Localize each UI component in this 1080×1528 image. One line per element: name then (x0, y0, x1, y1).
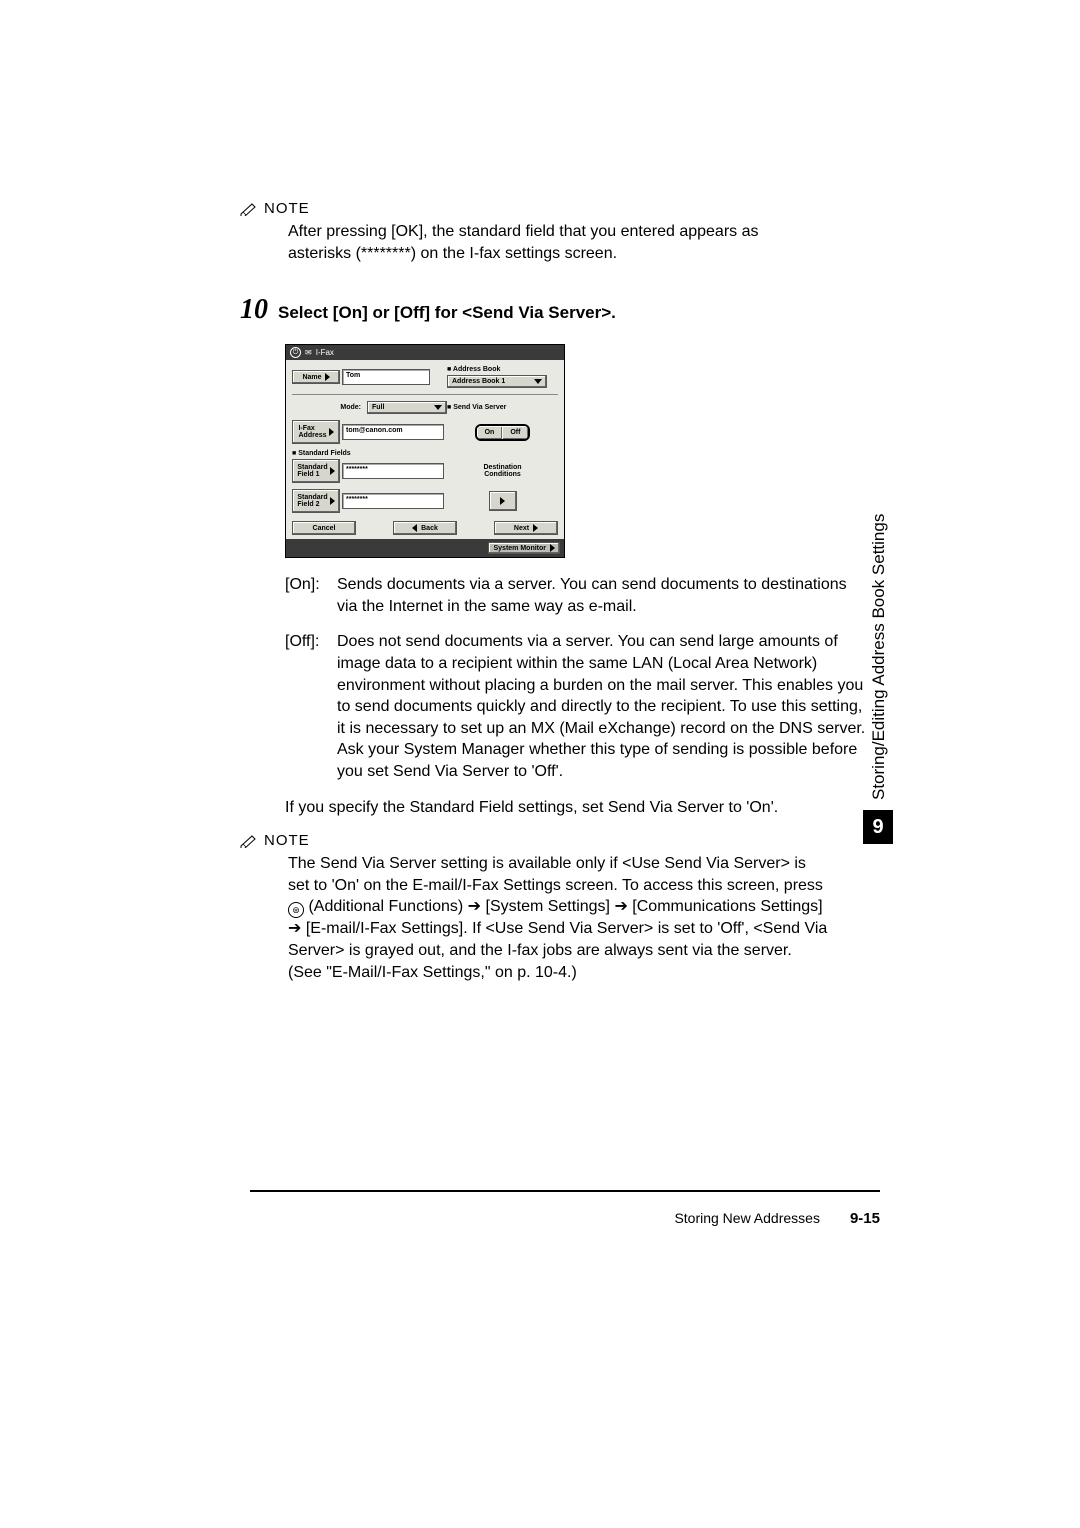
destination-conditions-button[interactable] (489, 491, 517, 511)
destination-conditions-label: Destination Conditions (483, 464, 521, 478)
step-number: 10 (240, 294, 268, 326)
chevron-right-icon (329, 428, 334, 436)
note-heading: NOTE (240, 200, 870, 217)
address-book-label: ■ Address Book (447, 366, 500, 373)
address-book-select[interactable]: Address Book 1 (447, 375, 547, 388)
chevron-right-icon (325, 373, 330, 381)
page-number: 9-15 (850, 1210, 880, 1227)
def-off-label: [Off]: (285, 631, 337, 782)
send-via-server-toggle[interactable]: On Off (475, 424, 531, 441)
note-label: NOTE (264, 200, 310, 217)
arrow-icon: ➔ (288, 920, 306, 937)
chevron-right-icon (533, 524, 538, 532)
std-field-2[interactable]: ******** (342, 493, 444, 509)
side-tab: Storing/Editing Address Book Settings 9 (855, 450, 885, 870)
def-on-text: Sends documents via a server. You can se… (337, 574, 870, 617)
page-content: NOTE After pressing [OK], the standard f… (250, 200, 870, 983)
titlebar-text: I-Fax (316, 348, 334, 357)
chevron-right-icon (330, 467, 335, 475)
ifax-address-button[interactable]: I-Fax Address (292, 420, 340, 444)
chevron-left-icon (412, 524, 417, 532)
step-heading: 10 Select [On] or [Off] for <Send Via Se… (240, 294, 870, 326)
std-field-1[interactable]: ******** (342, 463, 444, 479)
standard-fields-label: ■ Standard Fields (292, 450, 351, 457)
system-monitor-button[interactable]: System Monitor (488, 542, 560, 554)
name-button[interactable]: Name (292, 370, 340, 384)
back-button[interactable]: Back (393, 521, 457, 535)
mode-label: Mode: (340, 404, 361, 411)
note-text: After pressing [OK], the standard field … (288, 221, 818, 264)
std-field-1-button[interactable]: Standard Field 1 (292, 459, 340, 483)
toggle-on[interactable]: On (477, 426, 503, 439)
chevron-right-icon (500, 497, 505, 505)
screenshot-body: Name Tom ■ Address Book Address Book 1 (286, 360, 564, 539)
footer-section: Storing New Addresses (674, 1210, 820, 1226)
chevron-down-icon (434, 405, 442, 410)
cancel-button[interactable]: Cancel (292, 521, 356, 535)
page-footer: Storing New Addresses 9-15 (250, 1210, 880, 1227)
titlebar: ⏻ ✉ I-Fax (286, 345, 564, 360)
screenshot-window: ⏻ ✉ I-Fax Name Tom ■ Address Book (285, 344, 565, 558)
chapter-number: 9 (863, 810, 893, 844)
note2-text: The Send Via Server setting is available… (288, 853, 828, 983)
additional-functions-icon: ⊛ (288, 902, 304, 918)
chevron-right-icon (550, 544, 555, 552)
def-on-label: [On]: (285, 574, 337, 617)
arrow-icon: ➔ (614, 898, 632, 915)
ui-screenshot: ⏻ ✉ I-Fax Name Tom ■ Address Book (285, 344, 565, 558)
pencil-icon (240, 202, 258, 216)
screenshot-nav: Cancel Back Next (292, 521, 558, 535)
screenshot-footer: System Monitor (286, 539, 564, 557)
std-field-2-button[interactable]: Standard Field 2 (292, 489, 340, 513)
footer-rule (250, 1190, 880, 1192)
note2-label: NOTE (264, 832, 310, 849)
step-title: Select [On] or [Off] for <Send Via Serve… (278, 303, 616, 323)
side-tab-title: Storing/Editing Address Book Settings (869, 450, 889, 800)
def-off-text: Does not send documents via a server. Yo… (337, 631, 870, 782)
ifax-address-field[interactable]: tom@canon.com (342, 424, 444, 440)
next-button[interactable]: Next (494, 521, 558, 535)
arrow-icon: ➔ (468, 898, 486, 915)
power-icon: ⏻ (290, 347, 301, 358)
toggle-off[interactable]: Off (502, 426, 528, 439)
chevron-down-icon (534, 379, 542, 384)
send-via-server-label: ■ Send Via Server (447, 404, 506, 411)
mode-select[interactable]: Full (367, 401, 447, 414)
pencil-icon (240, 834, 258, 848)
definition-list: [On]: Sends documents via a server. You … (285, 574, 870, 782)
chevron-right-icon (330, 497, 335, 505)
note2-heading: NOTE (240, 832, 870, 849)
paragraph-standard-field: If you specify the Standard Field settin… (285, 797, 870, 819)
name-field[interactable]: Tom (342, 369, 430, 385)
titlebar-mode-icon: ✉ (305, 348, 312, 357)
